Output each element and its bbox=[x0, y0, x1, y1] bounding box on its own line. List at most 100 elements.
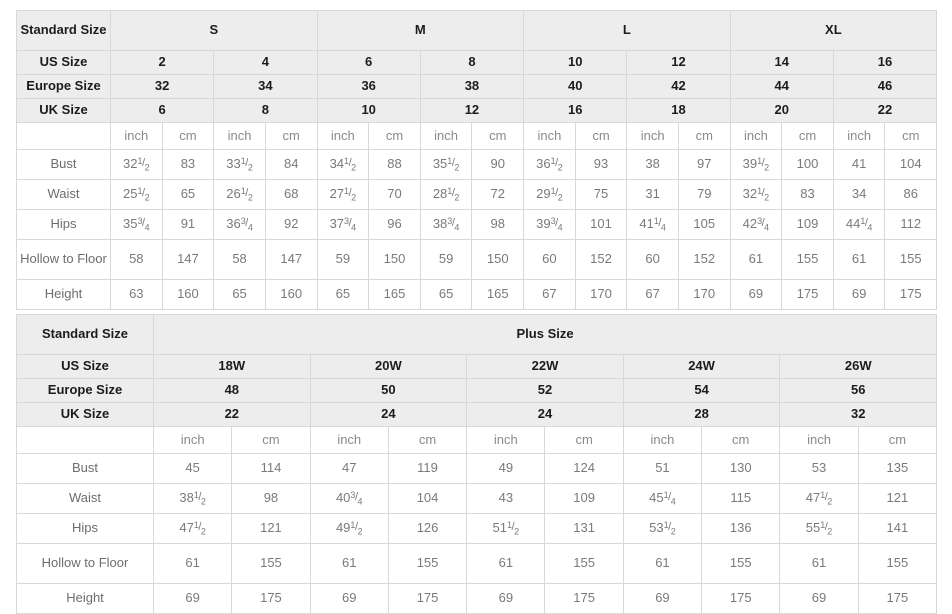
measurement-row-waist: Waist 381/2 98 403/4 104 43 109 451/4 115 471/2 12… bbox=[16, 483, 938, 514]
measurement-value: 58 bbox=[213, 239, 266, 280]
us-size-row: US Size 2 4 6 8 10 12 14 16 bbox=[16, 50, 938, 75]
measurement-value: 155 bbox=[387, 543, 468, 584]
unit-cm: cm bbox=[471, 122, 525, 150]
measurement-value: 155 bbox=[857, 543, 938, 584]
measurement-value: 114 bbox=[231, 453, 311, 484]
measurement-row-waist: Waist 251/2 65 261/2 68 271/2 70 281/2 72 291/2 75… bbox=[16, 179, 938, 210]
unit-cm: cm bbox=[781, 122, 834, 150]
measurement-label-waist: Waist bbox=[16, 483, 154, 514]
uk-size-value: 12 bbox=[419, 98, 525, 123]
measurement-value: 152 bbox=[574, 239, 628, 280]
measurement-value: 65 bbox=[316, 279, 370, 310]
europe-size-value: 48 bbox=[153, 378, 311, 403]
europe-size-value: 32 bbox=[109, 74, 215, 99]
row-label-europe-size: Europe Size bbox=[16, 378, 154, 403]
measurement-value: 423/4 bbox=[729, 209, 783, 240]
unit-inch: inch bbox=[316, 122, 370, 150]
measurement-value: 75 bbox=[574, 179, 628, 210]
europe-size-row: Europe Size 32 34 36 38 40 42 44 46 bbox=[16, 74, 938, 99]
measurement-value: 281/2 bbox=[419, 179, 473, 210]
measurement-value: 109 bbox=[544, 483, 624, 514]
measurement-value: 101 bbox=[574, 209, 628, 240]
measurement-value: 109 bbox=[781, 209, 834, 240]
measurement-value: 61 bbox=[779, 543, 859, 584]
uk-size-value: 24 bbox=[466, 402, 624, 427]
us-size-value: 26W bbox=[779, 354, 938, 379]
measurement-value: 531/2 bbox=[622, 513, 703, 544]
standard-size-table: Standard Size S M L XL US Size 2 4 6 8 10 12 14 16 Eur… bbox=[16, 10, 938, 310]
measurement-value: 60 bbox=[626, 239, 679, 280]
us-size-value: 12 bbox=[626, 50, 731, 75]
unit-row: inch cm inch cm inch cm inch cm inch cm inch cm inch… bbox=[16, 122, 938, 150]
measurement-value: 175 bbox=[884, 279, 938, 310]
measurement-value: 130 bbox=[701, 453, 781, 484]
measurement-value: 491/2 bbox=[309, 513, 389, 544]
standard-size-row: Standard Size S M L XL bbox=[16, 10, 938, 51]
europe-size-value: 46 bbox=[832, 74, 938, 99]
measurement-value: 83 bbox=[161, 149, 215, 180]
measurement-value: 373/4 bbox=[316, 209, 370, 240]
measurement-value: 65 bbox=[213, 279, 266, 310]
measurement-value: 251/2 bbox=[110, 179, 163, 210]
measurement-value: 86 bbox=[884, 179, 938, 210]
uk-size-value: 22 bbox=[153, 402, 311, 427]
size-chart-container: Standard Size S M L XL US Size 2 4 6 8 10 12 14 16 Eur… bbox=[16, 10, 938, 614]
measurement-value: 291/2 bbox=[523, 179, 576, 210]
measurement-value: 155 bbox=[781, 239, 834, 280]
unit-cm: cm bbox=[161, 122, 215, 150]
measurement-value: 441/4 bbox=[832, 209, 886, 240]
unit-inch: inch bbox=[213, 122, 266, 150]
measurement-label-bust: Bust bbox=[16, 453, 154, 484]
us-size-value: 6 bbox=[316, 50, 421, 75]
measurement-value: 155 bbox=[544, 543, 624, 584]
measurement-value: 61 bbox=[309, 543, 389, 584]
europe-size-value: 50 bbox=[309, 378, 468, 403]
measurement-label-hollow-to-floor: Hollow to Floor bbox=[16, 239, 111, 280]
measurement-value: 124 bbox=[544, 453, 624, 484]
measurement-value: 353/4 bbox=[110, 209, 163, 240]
measurement-value: 361/2 bbox=[523, 149, 576, 180]
measurement-value: 61 bbox=[466, 543, 546, 584]
measurement-value: 321/2 bbox=[729, 179, 783, 210]
size-group-m: M bbox=[316, 10, 525, 51]
measurement-value: 69 bbox=[832, 279, 886, 310]
size-group-l: L bbox=[523, 10, 731, 51]
measurement-value: 105 bbox=[677, 209, 731, 240]
measurement-value: 61 bbox=[832, 239, 886, 280]
measurement-value: 65 bbox=[161, 179, 215, 210]
us-size-value: 2 bbox=[109, 50, 215, 75]
measurement-value: 96 bbox=[368, 209, 421, 240]
measurement-value: 136 bbox=[701, 513, 781, 544]
measurement-label-hips: Hips bbox=[16, 209, 111, 240]
uk-size-value: 18 bbox=[626, 98, 731, 123]
us-size-value: 14 bbox=[729, 50, 834, 75]
measurement-value: 104 bbox=[884, 149, 938, 180]
europe-size-value: 36 bbox=[316, 74, 421, 99]
uk-size-value: 8 bbox=[213, 98, 318, 123]
europe-size-value: 44 bbox=[729, 74, 834, 99]
europe-size-value: 38 bbox=[419, 74, 525, 99]
unit-inch: inch bbox=[152, 426, 233, 454]
unit-inch: inch bbox=[729, 122, 783, 150]
measurement-value: 67 bbox=[523, 279, 576, 310]
uk-size-value: 22 bbox=[832, 98, 938, 123]
measurement-label-hollow-to-floor: Hollow to Floor bbox=[16, 543, 154, 584]
row-label-uk-size: UK Size bbox=[16, 98, 111, 123]
measurement-value: 34 bbox=[832, 179, 886, 210]
measurement-value: 381/2 bbox=[152, 483, 233, 514]
measurement-value: 61 bbox=[729, 239, 783, 280]
measurement-value: 104 bbox=[387, 483, 468, 514]
measurement-value: 160 bbox=[264, 279, 318, 310]
measurement-row-height: Height 63 160 65 160 65 165 65 165 67 170 67 170 69 17… bbox=[16, 279, 938, 310]
measurement-value: 147 bbox=[161, 239, 215, 280]
europe-size-value: 54 bbox=[622, 378, 781, 403]
europe-size-value: 56 bbox=[779, 378, 938, 403]
measurement-value: 53 bbox=[779, 453, 859, 484]
unit-cm: cm bbox=[368, 122, 421, 150]
measurement-value: 351/2 bbox=[419, 149, 473, 180]
measurement-value: 126 bbox=[387, 513, 468, 544]
measurement-value: 121 bbox=[231, 513, 311, 544]
measurement-value: 91 bbox=[161, 209, 215, 240]
uk-size-value: 24 bbox=[309, 402, 468, 427]
unit-inch: inch bbox=[419, 122, 473, 150]
